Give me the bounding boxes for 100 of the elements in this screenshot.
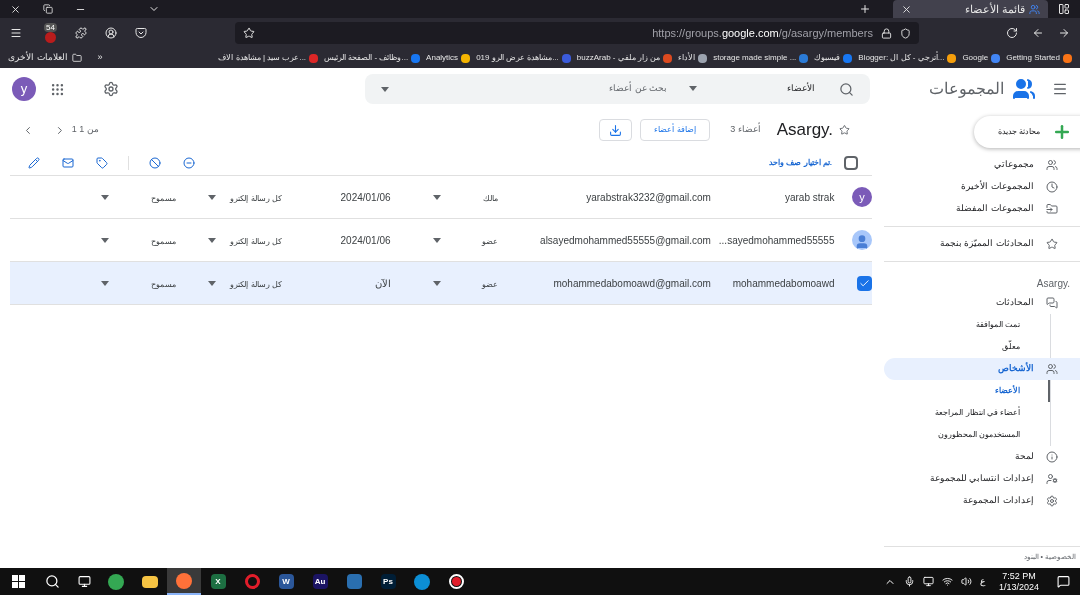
bookmark[interactable]: عرب سيد | مشاهدة الاف... [218, 52, 319, 64]
menu-icon[interactable] [1052, 81, 1068, 97]
people-icon [1012, 77, 1036, 101]
bookmark-folder[interactable]: العلامات الأخرى [8, 51, 82, 65]
dropdown-caret-icon[interactable] [433, 194, 441, 200]
checkbox[interactable] [857, 275, 872, 291]
browser-tab[interactable]: قائمة الأعضاء [893, 0, 1048, 18]
tag-icon[interactable] [96, 156, 108, 169]
bookmark[interactable]: storage made simple ... [713, 52, 809, 64]
display-icon[interactable] [922, 576, 934, 587]
bookmark[interactable]: الأداء [678, 52, 708, 64]
dropdown-caret-icon[interactable] [207, 237, 216, 243]
apps-icon[interactable] [50, 81, 65, 97]
dropdown-caret-icon[interactable] [100, 237, 109, 243]
restore-icon[interactable] [43, 4, 53, 14]
wifi-icon[interactable] [941, 576, 953, 587]
bookmark[interactable]: Google [962, 52, 1001, 64]
reload-icon[interactable] [1006, 27, 1018, 39]
task-view-icon[interactable] [78, 575, 91, 588]
taskbar-button[interactable]: X [201, 568, 235, 595]
back-icon[interactable] [1032, 27, 1044, 39]
extensions-icon[interactable] [74, 27, 87, 39]
sidebar-item[interactable]: إعدادات المجموعة [884, 490, 1080, 512]
sidebar-item[interactable]: إعدادات انتسابي للمجموعة [884, 468, 1080, 490]
dropdown-caret-icon[interactable] [207, 194, 216, 200]
shield-icon[interactable] [899, 27, 911, 39]
lock-icon [880, 27, 892, 39]
new-conversation-button[interactable]: محادثة جديدة [974, 116, 1080, 148]
account-avatar[interactable]: y [12, 77, 36, 101]
bookmark[interactable]: مشاهدة عرض الرو 019... [476, 52, 571, 64]
avatar-icon [852, 230, 872, 250]
account-icon[interactable] [104, 27, 117, 39]
new-tab-icon[interactable] [859, 3, 871, 15]
posting-value: مسموح [151, 279, 177, 289]
taskbar-button[interactable]: W [269, 568, 303, 595]
email: yarabstrak3232@gmail.com [586, 191, 711, 203]
notifications-icon[interactable] [1057, 575, 1070, 588]
dropdown-caret-icon[interactable] [207, 280, 216, 286]
sidebar-item[interactable]: المجموعات المفضلة [884, 198, 1080, 220]
taskbar-button[interactable]: Au [303, 568, 337, 595]
add-members-button[interactable]: إضافة أعضاء [639, 119, 711, 141]
taskbar-button[interactable]: Ps [371, 568, 405, 595]
dropdown-caret-icon[interactable] [433, 280, 441, 286]
pocket-icon[interactable] [134, 27, 147, 39]
dropdown-caret-icon[interactable] [381, 86, 389, 92]
search-icon[interactable] [45, 574, 60, 589]
volume-icon[interactable] [960, 576, 972, 587]
sidebar-icon [1046, 203, 1058, 215]
bookmark[interactable]: Blogger: أترجي - كل ال... [858, 52, 957, 64]
more-bookmarks[interactable]: » [97, 51, 103, 65]
search-field[interactable]: بحث عن أعضاء الأعضاء [365, 74, 870, 104]
search-scope[interactable]: الأعضاء [787, 82, 815, 96]
member-name: yarab strak [784, 191, 835, 203]
input-language[interactable]: ع [979, 574, 985, 589]
mail-icon[interactable] [62, 156, 74, 169]
sidebar-subitem[interactable]: المستخدمون المحظورون [884, 424, 1050, 446]
settings-icon[interactable] [103, 81, 119, 97]
bookmark[interactable]: فيسبوك [814, 52, 853, 64]
bookmark[interactable]: Getting Started [1006, 52, 1072, 64]
sidebar-item[interactable]: المحادثات المميّزة بنجمة [884, 233, 1080, 255]
windows-start-icon[interactable] [12, 575, 25, 588]
sidebar-item[interactable]: المحادثات [884, 292, 1080, 314]
dropdown-caret-icon[interactable] [689, 86, 697, 92]
edit-icon[interactable] [28, 156, 40, 169]
forward-icon[interactable] [1058, 27, 1070, 39]
sidebar-item[interactable]: لمحة [884, 446, 1080, 468]
sidebar-icon [1046, 451, 1058, 463]
sidebar-subitem[interactable]: معلّق [884, 336, 1050, 358]
close-icon[interactable] [10, 3, 21, 15]
sidebar-icon [1046, 495, 1058, 507]
email: mohammedabomoawd@gmail.com [553, 277, 711, 289]
menu-icon[interactable] [10, 27, 22, 39]
bookmark[interactable]: Analytics [426, 52, 471, 64]
sidebar-subitem[interactable]: الأعضاء [884, 380, 1050, 402]
pagination-text: 1 من 1 [71, 123, 99, 137]
sidebar-subitem[interactable]: تمت الموافقة [884, 314, 1050, 336]
url-field[interactable]: https://groups.google.com/g/asargy/members [234, 22, 919, 44]
group-label: Asargy. [1036, 278, 1070, 289]
remove-icon[interactable] [183, 156, 195, 169]
ban-icon[interactable] [149, 156, 161, 169]
sidebar-item[interactable]: مجموعاتي [884, 154, 1080, 176]
download-button[interactable] [598, 119, 632, 141]
tab-list-icon[interactable] [1058, 3, 1070, 15]
bookmark[interactable]: buzzArab - من زار ملفي [576, 52, 673, 64]
clock-time[interactable]: 7:52 PM [1002, 570, 1036, 582]
dropdown-caret-icon[interactable] [100, 194, 109, 200]
select-all-checkbox[interactable] [844, 155, 858, 170]
joined-date: الآن [374, 277, 391, 289]
clock-date[interactable]: 1/13/2024 [998, 581, 1039, 593]
star-icon [1046, 238, 1058, 250]
sidebar-item[interactable]: الأشخاص [884, 358, 1080, 380]
bookmark[interactable]: وظائف - الصفحة الرئيس... [324, 52, 421, 64]
dropdown-caret-icon[interactable] [100, 280, 109, 286]
group-name: Asargy. [776, 119, 834, 142]
microphone-icon[interactable] [903, 576, 915, 587]
star-icon[interactable] [839, 124, 850, 136]
dropdown-caret-icon[interactable] [433, 237, 441, 243]
sidebar-subitem[interactable]: أعضاء في انتظار المراجعة [884, 402, 1050, 424]
sidebar-item[interactable]: المجموعات الأخيرة [884, 176, 1080, 198]
sidebar-icon [1046, 473, 1058, 485]
